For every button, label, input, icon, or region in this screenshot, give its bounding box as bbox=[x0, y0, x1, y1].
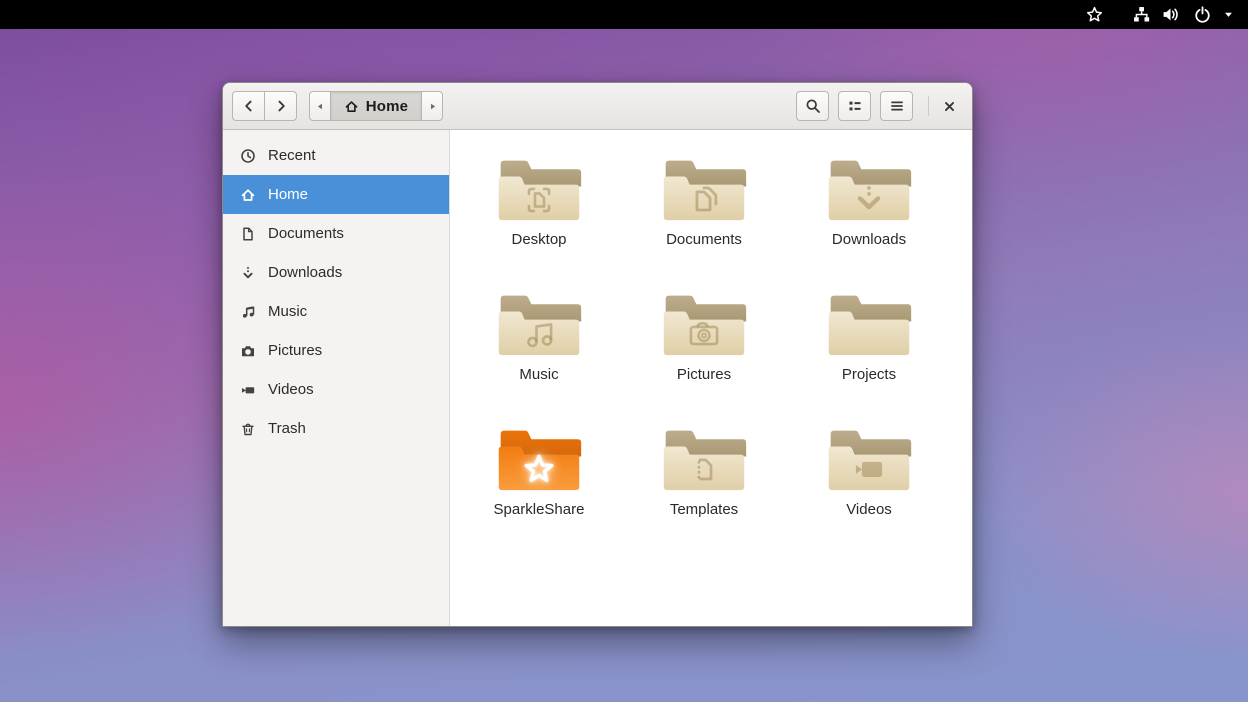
caret-down-icon[interactable] bbox=[1222, 0, 1234, 29]
file-item-projects[interactable]: Projects bbox=[809, 285, 929, 383]
triangle-left-icon bbox=[314, 100, 327, 113]
sidebar-item-label: Music bbox=[268, 303, 307, 320]
sidebar-item-music[interactable]: Music bbox=[223, 292, 449, 331]
path-scroll-left-button[interactable] bbox=[309, 91, 331, 121]
file-name: Templates bbox=[670, 501, 738, 518]
forward-button[interactable] bbox=[264, 91, 297, 121]
folder-icon bbox=[493, 285, 585, 360]
close-window-button[interactable] bbox=[935, 92, 963, 120]
file-name: Music bbox=[519, 366, 558, 383]
recent-icon bbox=[240, 148, 256, 164]
menu-button[interactable] bbox=[880, 91, 913, 121]
sidebar-item-home[interactable]: Home bbox=[223, 175, 449, 214]
back-button[interactable] bbox=[232, 91, 265, 121]
folder-icon bbox=[493, 420, 585, 495]
sidebar-item-documents[interactable]: Documents bbox=[223, 214, 449, 253]
sidebar-item-label: Recent bbox=[268, 147, 316, 164]
path-button-label: Home bbox=[366, 98, 408, 115]
folder-icon bbox=[823, 285, 915, 360]
music-icon bbox=[240, 304, 256, 320]
network-icon[interactable] bbox=[1133, 0, 1150, 29]
file-name: Projects bbox=[842, 366, 896, 383]
file-item-pictures[interactable]: Pictures bbox=[644, 285, 764, 383]
file-name: Pictures bbox=[677, 366, 731, 383]
search-icon bbox=[805, 98, 821, 114]
close-icon bbox=[942, 99, 957, 114]
file-item-sparkleshare[interactable]: SparkleShare bbox=[479, 420, 599, 518]
file-name: Videos bbox=[846, 501, 892, 518]
volume-icon[interactable] bbox=[1162, 0, 1179, 29]
file-name: Downloads bbox=[832, 231, 906, 248]
sidebar-item-label: Videos bbox=[268, 381, 314, 398]
folder-icon bbox=[658, 150, 750, 225]
folder-icon bbox=[493, 150, 585, 225]
file-item-templates[interactable]: Templates bbox=[644, 420, 764, 518]
favorites-star-icon[interactable] bbox=[1086, 0, 1103, 29]
sidebar-item-videos[interactable]: Videos bbox=[223, 370, 449, 409]
triangle-right-icon bbox=[426, 100, 439, 113]
home-icon bbox=[344, 99, 359, 114]
sidebar-item-downloads[interactable]: Downloads bbox=[223, 253, 449, 292]
system-tray bbox=[1086, 0, 1234, 29]
list-view-icon bbox=[847, 98, 863, 114]
file-item-desktop[interactable]: Desktop bbox=[479, 150, 599, 248]
power-icon[interactable] bbox=[1194, 0, 1211, 29]
file-item-documents[interactable]: Documents bbox=[644, 150, 764, 248]
search-button[interactable] bbox=[796, 91, 829, 121]
sidebar-item-pictures[interactable]: Pictures bbox=[223, 331, 449, 370]
sidebar-item-label: Downloads bbox=[268, 264, 342, 281]
header-actions bbox=[787, 91, 963, 121]
pictures-icon bbox=[240, 343, 256, 359]
chevron-right-icon bbox=[273, 98, 289, 114]
file-name: Desktop bbox=[511, 231, 566, 248]
file-name: SparkleShare bbox=[494, 501, 585, 518]
hamburger-menu-icon bbox=[889, 98, 905, 114]
history-nav-group bbox=[232, 91, 297, 121]
sidebar-item-label: Home bbox=[268, 186, 308, 203]
file-item-music[interactable]: Music bbox=[479, 285, 599, 383]
header-separator bbox=[928, 96, 929, 116]
places-sidebar: Recent Home Documents Downloads Music Pi… bbox=[223, 130, 450, 626]
top-system-bar bbox=[0, 0, 1248, 29]
view-toggle-button[interactable] bbox=[838, 91, 871, 121]
sidebar-item-label: Trash bbox=[268, 420, 306, 437]
chevron-left-icon bbox=[241, 98, 257, 114]
path-bar: Home bbox=[309, 91, 443, 121]
folder-icon bbox=[658, 285, 750, 360]
sidebar-item-label: Pictures bbox=[268, 342, 322, 359]
file-grid-view[interactable]: Desktop Documents Down bbox=[450, 130, 972, 626]
file-name: Documents bbox=[666, 231, 742, 248]
folder-icon bbox=[823, 420, 915, 495]
folder-icon bbox=[823, 150, 915, 225]
sidebar-item-trash[interactable]: Trash bbox=[223, 409, 449, 448]
file-item-downloads[interactable]: Downloads bbox=[809, 150, 929, 248]
downloads-icon bbox=[240, 265, 256, 281]
sidebar-item-label: Documents bbox=[268, 225, 344, 242]
path-scroll-right-button[interactable] bbox=[421, 91, 443, 121]
header-bar: Home bbox=[223, 83, 972, 130]
trash-icon bbox=[240, 421, 256, 437]
documents-icon bbox=[240, 226, 256, 242]
videos-icon bbox=[240, 382, 256, 398]
sidebar-item-recent[interactable]: Recent bbox=[223, 136, 449, 175]
file-item-videos[interactable]: Videos bbox=[809, 420, 929, 518]
path-button-home[interactable]: Home bbox=[330, 91, 422, 121]
home-icon bbox=[240, 187, 256, 203]
file-manager-window: Home Recent Home Documents bbox=[222, 82, 973, 627]
folder-icon bbox=[658, 420, 750, 495]
